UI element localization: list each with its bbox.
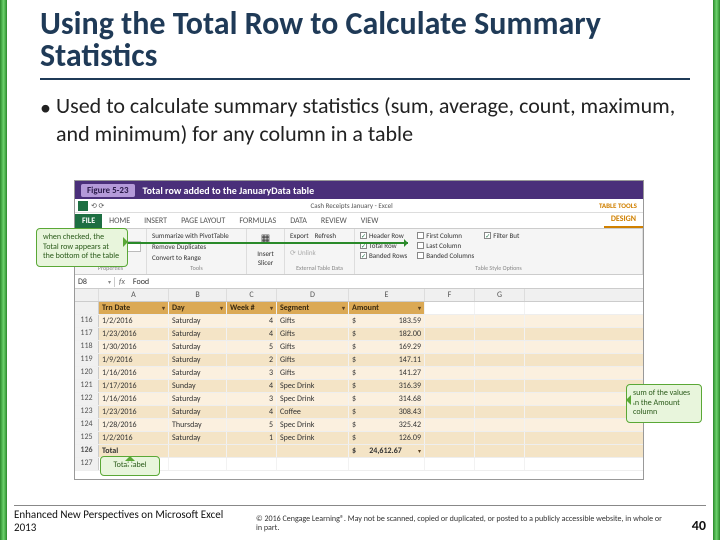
worksheet-grid: A B C D E F G Trn Date Day Week # Segmen… — [75, 289, 643, 471]
figure-label: Figure 5-23 — [81, 184, 135, 197]
total-row: 126 Total $24,612.67 — [75, 445, 643, 458]
tab-file[interactable]: FILE — [75, 214, 102, 228]
footer-copyright: © 2016 Cengage Learning®. May not be sca… — [244, 515, 676, 534]
col-day[interactable]: Day — [169, 302, 227, 314]
callout-amount-sum: sum of the values in the Amount column — [626, 384, 702, 423]
workbook-title: Cash Receipts January - Excel — [104, 201, 599, 210]
decor-edge-right — [713, 0, 720, 540]
chk-last-col[interactable]: Last Column — [417, 241, 474, 250]
export-btn[interactable]: Export — [290, 231, 309, 240]
summarize-pivot[interactable]: Summarize with PivotTable — [152, 231, 241, 240]
page-number: 40 — [676, 517, 706, 534]
col-segment[interactable]: Segment — [277, 302, 349, 314]
title-underline — [40, 78, 690, 80]
bullet-text: Used to calculate summary statistics (su… — [56, 92, 680, 147]
refresh-btn[interactable]: Refresh — [315, 231, 336, 240]
callout-checked-totalrow: when checked, the Total row appears at t… — [36, 228, 128, 267]
footer: Enhanced New Perspectives on Microsoft E… — [14, 508, 706, 534]
ribbon-tabs: FILE HOME INSERT PAGE LAYOUT FORMULAS DA… — [75, 213, 643, 229]
tab-data[interactable]: DATA — [283, 214, 314, 228]
formula-bar: D8 fx Food — [75, 275, 643, 289]
chk-header-row[interactable]: ✓Header Row — [360, 231, 407, 240]
ribbon: Table Name: JanuaryData Resize Table Pro… — [75, 229, 643, 275]
excel-titlebar: ⟲ ⟳ Cash Receipts January - Excel TABLE … — [75, 199, 643, 213]
figure-header: Figure 5-23 Total row added to the Janua… — [75, 181, 643, 199]
arrow-to-totalrow-checkbox — [128, 242, 408, 244]
table-row: 1231/23/2016Saturday4Coffee$308.43 — [75, 406, 643, 419]
table-row: 1221/16/2016Saturday3Spec Drink$314.68 — [75, 393, 643, 406]
col-amount[interactable]: Amount — [349, 302, 425, 314]
table-row: 1171/23/2016Saturday4Gifts$182.00 — [75, 328, 643, 341]
footer-rule — [14, 505, 706, 506]
slide: Using the Total Row to Calculate Summary… — [0, 0, 720, 540]
excel-icon — [78, 201, 88, 211]
ribbon-group-external: Export Refresh ⟳ Unlink External Table D… — [285, 229, 355, 274]
table-row: 1241/28/2016Thursday5Spec Drink$325.42 — [75, 419, 643, 432]
col-trndate[interactable]: Trn Date — [99, 302, 169, 314]
ribbon-group-styleoptions: ✓Header Row ✓Total Row ✓Banded Rows Firs… — [355, 229, 643, 274]
col-week[interactable]: Week # — [227, 302, 277, 314]
table-row: 1181/30/2016Saturday5Gifts$169.29 — [75, 341, 643, 354]
ribbon-group-slicer: ▦ Insert Slicer — [247, 229, 285, 274]
table-header-row: Trn Date Day Week # Segment Amount — [75, 302, 643, 315]
column-headers: A B C D E F G — [75, 289, 643, 302]
ribbon-group-tools: Summarize with PivotTable Remove Duplica… — [147, 229, 247, 274]
empty-row: 127 — [75, 458, 643, 471]
chk-filter-button[interactable]: ✓Filter But — [484, 231, 519, 240]
chk-banded-rows[interactable]: ✓Banded Rows — [360, 251, 407, 260]
tab-formulas[interactable]: FORMULAS — [232, 214, 283, 228]
fx-icon[interactable]: fx — [115, 277, 129, 287]
table-row: 1211/17/2016Sunday4Spec Drink$316.39 — [75, 380, 643, 393]
footer-left: Enhanced New Perspectives on Microsoft E… — [14, 508, 244, 534]
formula-content[interactable]: Food — [129, 277, 153, 287]
insert-slicer[interactable]: Insert Slicer — [252, 249, 279, 267]
table-row: 1161/2/2016Saturday4Gifts$183.59 — [75, 315, 643, 328]
qat: ⟲ ⟳ — [91, 201, 104, 210]
tab-pagelayout[interactable]: PAGE LAYOUT — [174, 214, 232, 228]
decor-edge-left — [0, 0, 7, 540]
figure: Figure 5-23 Total row added to the Janua… — [74, 180, 644, 480]
tab-insert[interactable]: INSERT — [137, 214, 174, 228]
chk-banded-cols[interactable]: Banded Columns — [417, 251, 474, 260]
convert-range[interactable]: Convert to Range — [152, 253, 241, 262]
chk-first-col[interactable]: First Column — [417, 231, 474, 240]
callout-total-label: Total label — [100, 456, 160, 476]
tab-view[interactable]: VIEW — [354, 214, 386, 228]
tab-design[interactable]: DESIGN — [604, 212, 643, 228]
table-row: 1251/2/2016Saturday1Spec Drink$126.09 — [75, 432, 643, 445]
tab-home[interactable]: HOME — [102, 214, 137, 228]
total-amount[interactable]: $24,612.67 — [349, 445, 425, 457]
figure-caption: Total row added to the JanuaryData table — [143, 184, 315, 197]
name-box[interactable]: D8 — [75, 277, 115, 287]
table-row: 1201/16/2016Saturday3Gifts$141.27 — [75, 367, 643, 380]
contextual-tab-label: TABLE TOOLS — [599, 201, 637, 210]
tab-review[interactable]: REVIEW — [314, 214, 354, 228]
slide-title: Using the Total Row to Calculate Summary… — [40, 8, 690, 72]
table-row: 1191/9/2016Saturday2Gifts$147.11 — [75, 354, 643, 367]
